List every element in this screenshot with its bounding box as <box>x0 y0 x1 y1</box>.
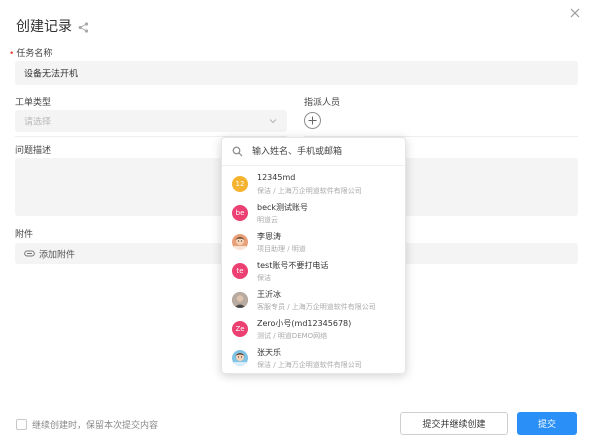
member-name: Zero小号(md12345678) <box>257 319 352 328</box>
add-attachment-label: 添加附件 <box>39 250 76 260</box>
member-role: 项目助理 / 明道 <box>257 245 306 253</box>
search-icon <box>232 146 243 157</box>
description-label: 问题描述 <box>15 146 52 156</box>
task-name-label-text: 任务名称 <box>16 49 53 59</box>
member-list-item[interactable]: be beck测试账号 明道云 <box>222 199 405 228</box>
member-name: 张天乐 <box>257 348 281 357</box>
avatar: te <box>232 263 248 279</box>
task-name-value: 设备无法开机 <box>24 69 79 80</box>
submit-and-continue-button[interactable]: 提交并继续创建 <box>400 412 508 435</box>
avatar: 12 <box>232 176 248 192</box>
member-name: 王沂冰 <box>257 290 281 299</box>
attachment-label: 附件 <box>15 230 34 240</box>
required-mark: • <box>9 49 15 59</box>
order-type-placeholder: 请选择 <box>24 117 52 128</box>
order-type-select[interactable]: 请选择 <box>15 110 287 132</box>
paperclip-icon <box>24 249 35 258</box>
member-list-item[interactable]: 12 12345md 保洁 / 上海万企明道软件有限公司 <box>222 170 405 199</box>
member-role: 测试 / 明道DEMO网络 <box>257 332 328 340</box>
member-list-item[interactable]: Ze Zero小号(md12345678) 测试 / 明道DEMO网络 <box>222 315 405 344</box>
task-name-field[interactable]: 设备无法开机 <box>15 61 578 85</box>
avatar: Ze <box>232 321 248 337</box>
member-list-item[interactable]: 张天乐保洁 / 上海万企明道软件有限公司 <box>222 344 405 373</box>
member-search-input[interactable] <box>252 144 397 160</box>
close-icon[interactable] <box>568 6 582 20</box>
add-assignee-button[interactable] <box>304 112 321 129</box>
dialog-title-row: 创建记录 <box>16 16 89 36</box>
member-list-item[interactable]: te test账号不要打电话 保洁 <box>222 257 405 286</box>
share-icon[interactable] <box>78 21 89 33</box>
avatar <box>232 292 248 308</box>
member-list-item[interactable]: 王沂冰客服专员 / 上海万企明道软件有限公司 <box>222 286 405 315</box>
keep-content-checkbox[interactable] <box>16 419 27 430</box>
chevron-down-icon <box>269 117 277 125</box>
member-search-bar <box>222 138 405 166</box>
member-list-item[interactable]: 李恩涛项目助理 / 明道 <box>222 228 405 257</box>
member-role: 保洁 <box>257 274 271 282</box>
member-name: test账号不要打电话 <box>257 261 329 270</box>
keep-content-label: 继续创建时，保留本次提交内容 <box>32 421 159 431</box>
member-list: 12 12345md 保洁 / 上海万企明道软件有限公司 be beck测试账号 明道云李… <box>222 170 405 373</box>
member-name: 李恩涛 <box>257 232 281 241</box>
avatar <box>232 234 248 250</box>
create-record-dialog: 创建记录 • 任务名称 设备无法开机 工单类型 请选择 指派人员 问题描述 附件… <box>0 0 590 446</box>
avatar: be <box>232 205 248 221</box>
assignee-label: 指派人员 <box>304 98 341 108</box>
task-name-label: • 任务名称 <box>9 46 52 59</box>
member-role: 客服专员 / 上海万企明道软件有限公司 <box>257 303 376 311</box>
member-name: beck测试账号 <box>257 203 309 212</box>
plus-icon <box>308 116 317 125</box>
member-role: 保洁 / 上海万企明道软件有限公司 <box>257 187 362 195</box>
assignee-picker-popover: 12 12345md 保洁 / 上海万企明道软件有限公司 be beck测试账号明道云李… <box>221 137 406 374</box>
dialog-title: 创建记录 <box>16 19 72 35</box>
submit-button[interactable]: 提交 <box>517 412 577 435</box>
member-role: 保洁 / 上海万企明道软件有限公司 <box>257 361 362 369</box>
member-role: 明道云 <box>257 216 278 224</box>
avatar <box>232 350 248 366</box>
member-name: 12345md <box>257 173 296 182</box>
order-type-label: 工单类型 <box>15 98 52 108</box>
